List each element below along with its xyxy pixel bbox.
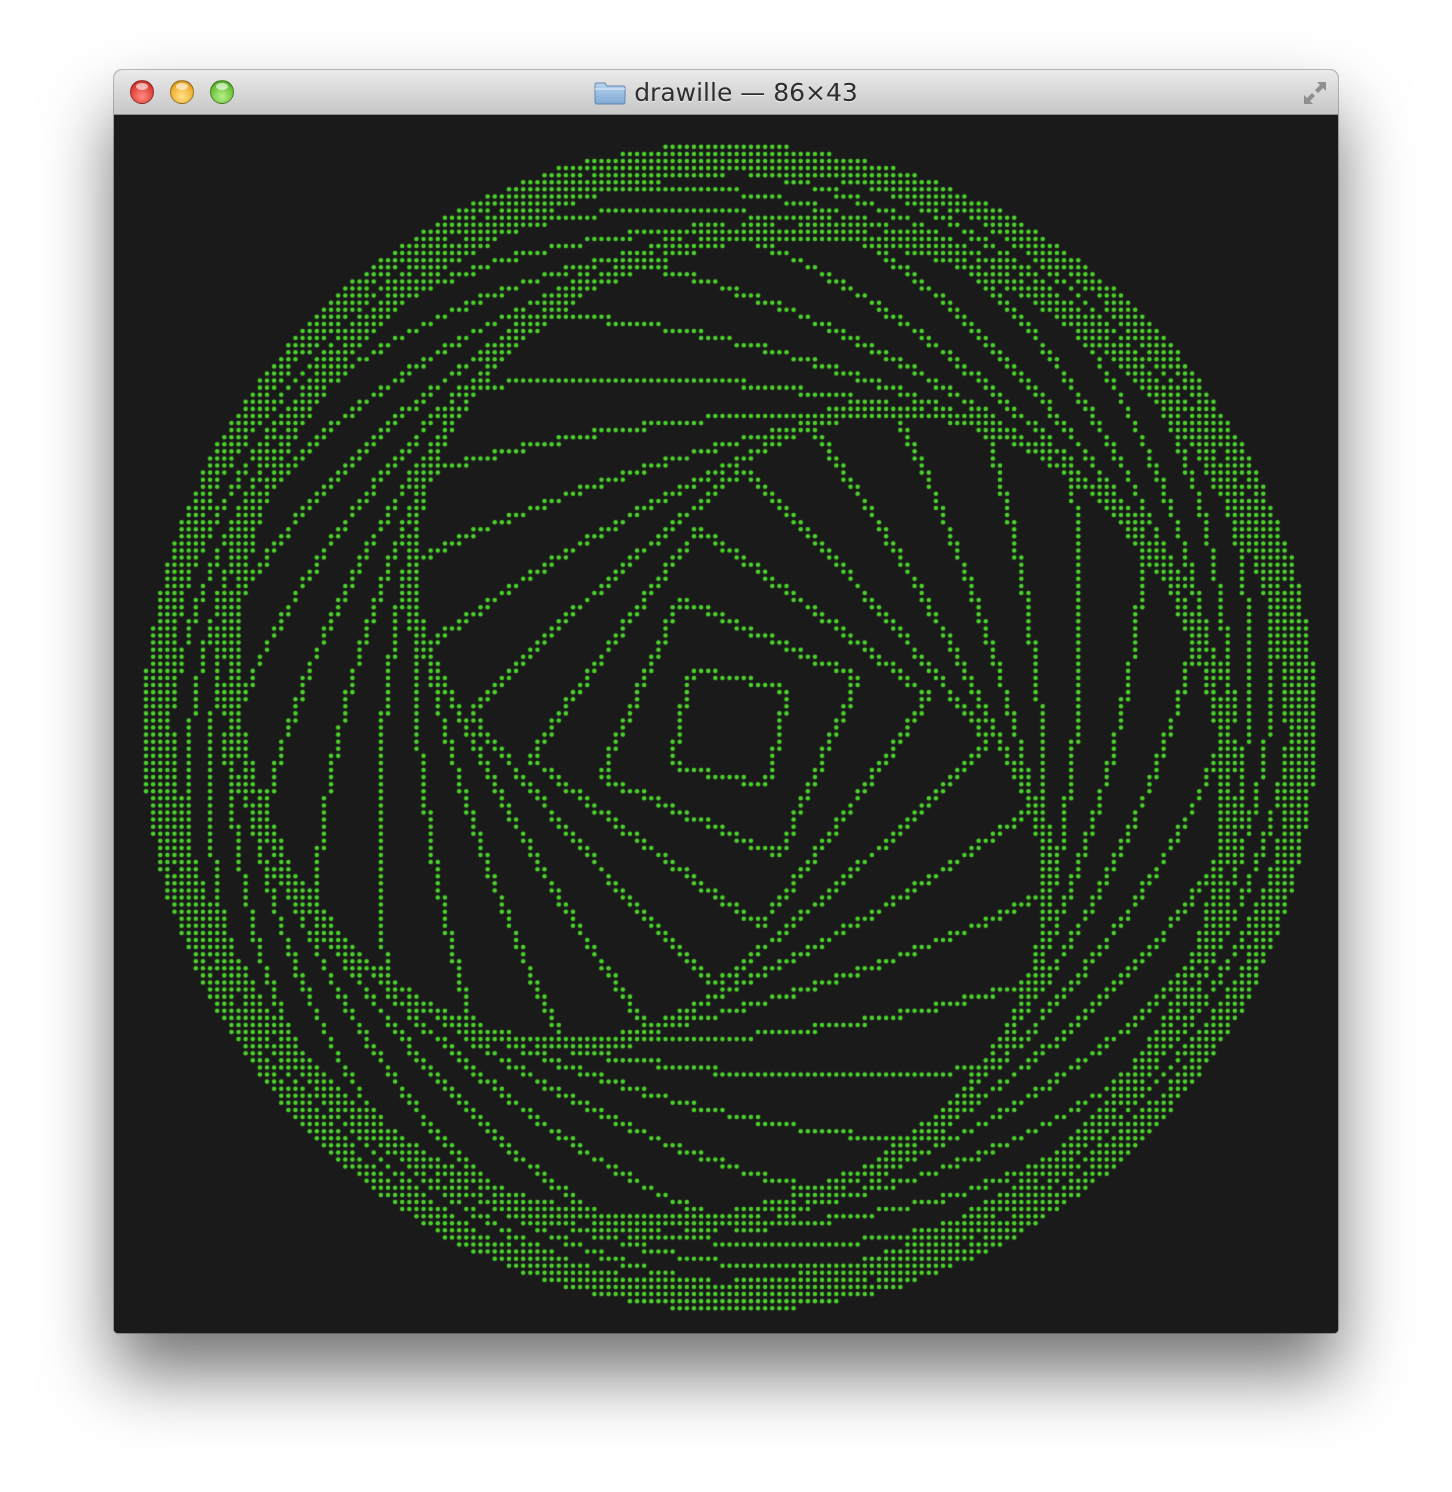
folder-icon	[594, 82, 626, 104]
window-title-group: drawille — 86×43	[114, 70, 1338, 115]
window-title: drawille — 86×43	[634, 78, 858, 107]
braille-drawing	[114, 115, 1338, 1333]
title-bar[interactable]: drawille — 86×43	[114, 70, 1338, 115]
terminal-window: drawille — 86×43	[114, 70, 1338, 1333]
fullscreen-icon[interactable]	[1300, 78, 1330, 108]
terminal-canvas[interactable]	[114, 115, 1338, 1333]
